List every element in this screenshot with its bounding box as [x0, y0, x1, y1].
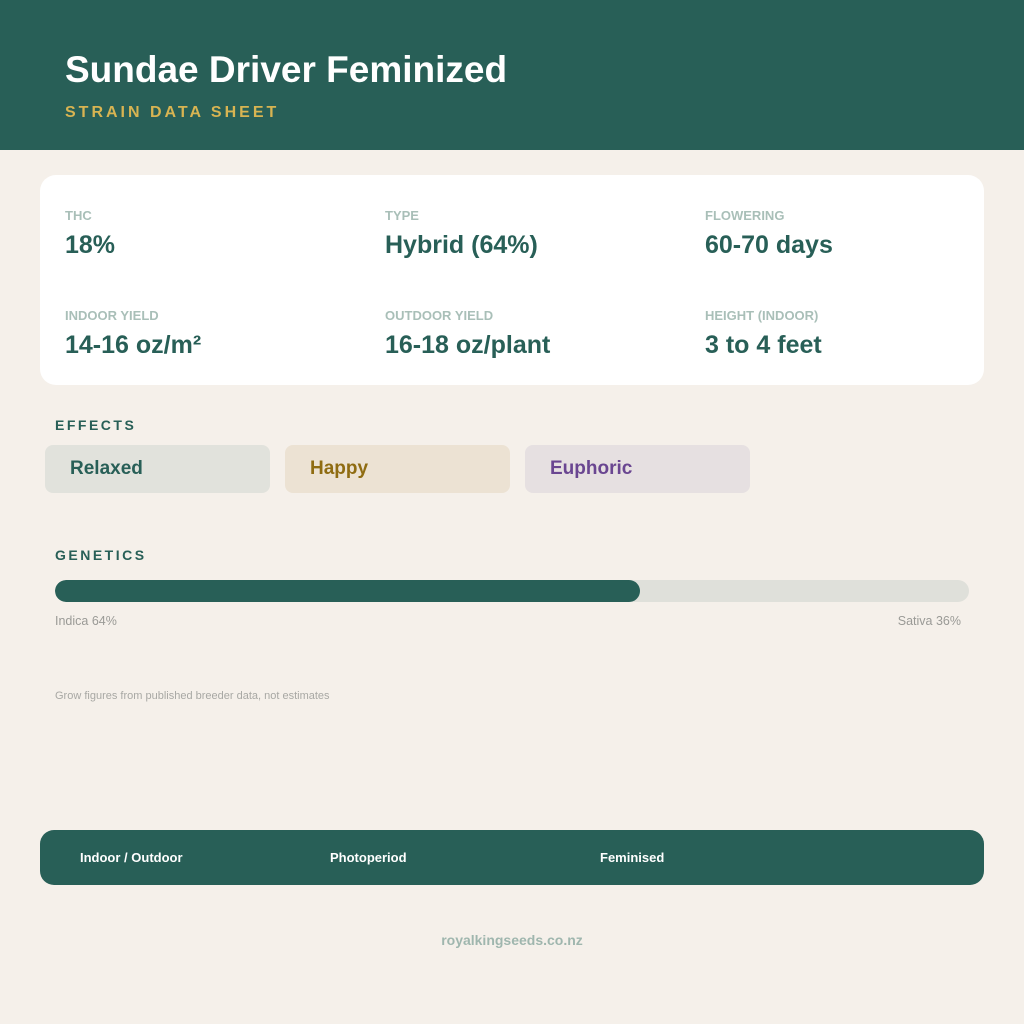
- genetics-indica-label: Indica 64%: [55, 614, 117, 628]
- effect-chip-euphoric: Euphoric: [525, 445, 750, 493]
- stat-value: 14-16 oz/m²: [65, 331, 202, 359]
- footer-item-feminised: Feminised: [600, 850, 665, 865]
- website-url: royalkingseeds.co.nz: [441, 932, 583, 948]
- header: Sundae Driver Feminized STRAIN DATA SHEE…: [0, 0, 1024, 150]
- effects-heading: EFFECTS: [55, 417, 137, 433]
- stat-value: 16-18 oz/plant: [385, 331, 551, 359]
- stat-thc: THC 18%: [65, 208, 365, 260]
- stat-value: 60-70 days: [705, 231, 833, 259]
- footnote: Grow figures from published breeder data…: [55, 690, 330, 702]
- stat-label: OUTDOOR YIELD: [385, 308, 494, 323]
- stat-label: FLOWERING: [705, 208, 785, 223]
- stat-value: Hybrid (64%): [385, 231, 538, 259]
- stat-value: 18%: [65, 231, 116, 259]
- stat-type: TYPE Hybrid (64%): [385, 208, 685, 260]
- stat-flowering: FLOWERING 60-70 days: [705, 208, 1005, 260]
- genetics-bar-indica-fill: [55, 580, 640, 602]
- stat-label: THC: [65, 208, 92, 223]
- stat-indoor-yield: INDOOR YIELD 14-16 oz/m²: [65, 308, 365, 360]
- stat-label: TYPE: [385, 208, 419, 223]
- stat-value: 3 to 4 feet: [705, 331, 822, 359]
- footer-item-indoor-outdoor: Indoor / Outdoor: [80, 850, 183, 865]
- genetics-heading: GENETICS: [55, 547, 147, 563]
- stat-label: HEIGHT (INDOOR): [705, 308, 819, 323]
- stat-outdoor-yield: OUTDOOR YIELD 16-18 oz/plant: [385, 308, 685, 360]
- genetics-bar: [55, 580, 969, 602]
- effect-chip-happy: Happy: [285, 445, 510, 493]
- footer-bar: Indoor / Outdoor Photoperiod Feminised: [40, 830, 984, 885]
- stat-height-indoor: HEIGHT (INDOOR) 3 to 4 feet: [705, 308, 1005, 360]
- footer-item-photoperiod: Photoperiod: [330, 850, 407, 865]
- stat-label: INDOOR YIELD: [65, 308, 159, 323]
- page-subtitle: STRAIN DATA SHEET: [65, 104, 280, 121]
- stats-card: THC 18% TYPE Hybrid (64%) FLOWERING 60-7…: [40, 175, 984, 385]
- page-title: Sundae Driver Feminized: [65, 49, 508, 90]
- genetics-sativa-label: Sativa 36%: [897, 614, 961, 628]
- effect-chip-relaxed: Relaxed: [45, 445, 270, 493]
